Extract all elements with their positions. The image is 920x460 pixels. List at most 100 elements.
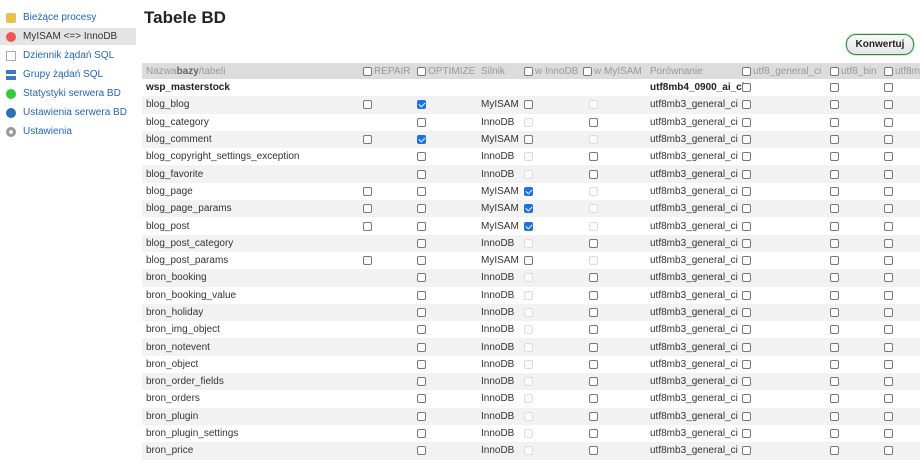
optimize-cell[interactable] [417,148,426,165]
to-myisam-cell[interactable] [589,165,598,182]
utf8mi-checkbox[interactable] [884,411,893,421]
header-optimize-checkbox[interactable] [417,66,426,76]
repair-cell[interactable] [363,217,372,234]
utf8-general-ci-cell[interactable] [742,165,751,182]
to-innodb-checkbox[interactable] [524,256,533,266]
utf8-general-ci-cell[interactable] [742,235,751,252]
to-innodb-cell[interactable] [524,217,533,234]
utf8-general-ci-checkbox[interactable] [742,411,751,421]
utf8mi-checkbox[interactable] [884,204,893,214]
header-utf8mi[interactable]: utf8mi [884,63,920,79]
to-myisam-cell[interactable] [589,442,598,459]
utf8-bin-cell[interactable] [830,390,839,407]
to-myisam-cell[interactable] [589,408,598,425]
utf8-general-ci-checkbox[interactable] [742,290,751,300]
utf8mi-checkbox[interactable] [884,169,893,179]
utf8-general-ci-cell[interactable] [742,252,751,269]
utf8mi-cell[interactable] [884,165,893,182]
utf8-general-ci-checkbox[interactable] [742,446,751,456]
header-utf8mi-checkbox[interactable] [884,66,893,76]
utf8-general-ci-checkbox[interactable] [742,429,751,439]
optimize-checkbox[interactable] [417,411,426,421]
optimize-cell[interactable] [417,442,426,459]
utf8-bin-checkbox[interactable] [830,308,839,317]
utf8mi-cell[interactable] [884,235,893,252]
to-innodb-cell[interactable] [524,200,533,217]
utf8-general-ci-checkbox[interactable] [742,186,751,196]
utf8mi-checkbox[interactable] [884,377,893,387]
utf8mi-cell[interactable] [884,425,893,442]
utf8-bin-cell[interactable] [830,200,839,217]
sidebar-item-settings[interactable]: Ustawienia [0,123,136,140]
optimize-cell[interactable] [417,304,426,321]
optimize-cell[interactable] [417,373,426,390]
utf8-general-ci-cell[interactable] [742,269,751,286]
optimize-cell[interactable] [417,96,426,113]
optimize-checkbox[interactable] [417,204,426,214]
utf8-general-ci-cell[interactable] [742,321,751,338]
optimize-checkbox[interactable] [417,256,426,266]
to-myisam-checkbox[interactable] [589,117,598,127]
utf8-bin-cell[interactable] [830,183,839,200]
header-repair[interactable]: REPAIR [363,63,411,79]
repair-checkbox[interactable] [363,135,372,145]
db-utf8mi-checkbox[interactable] [884,79,893,96]
utf8-bin-checkbox[interactable] [830,394,839,404]
to-myisam-cell[interactable] [589,356,598,373]
utf8mi-checkbox[interactable] [884,256,893,266]
header-utf8-general-ci-checkbox[interactable] [742,66,751,76]
to-innodb-checkbox[interactable] [524,221,533,231]
utf8-general-ci-checkbox[interactable] [742,359,751,369]
optimize-checkbox[interactable] [417,342,426,352]
utf8mi-checkbox[interactable] [884,273,893,283]
optimize-checkbox[interactable] [417,359,426,369]
utf8-bin-cell[interactable] [830,304,839,321]
utf8-bin-cell[interactable] [830,165,839,182]
utf8-bin-checkbox[interactable] [830,273,839,283]
utf8mi-checkbox[interactable] [884,100,893,110]
to-myisam-cell[interactable] [589,390,598,407]
utf8mi-checkbox[interactable] [884,308,893,317]
utf8-general-ci-cell[interactable] [742,304,751,321]
optimize-checkbox[interactable] [417,290,426,300]
utf8-bin-checkbox[interactable] [830,135,839,145]
utf8-bin-checkbox[interactable] [830,359,839,369]
utf8-general-ci-cell[interactable] [742,183,751,200]
utf8-general-ci-cell[interactable] [742,131,751,148]
to-myisam-checkbox[interactable] [589,169,598,179]
to-myisam-checkbox[interactable] [589,446,598,456]
utf8-general-ci-cell[interactable] [742,338,751,355]
utf8-general-ci-cell[interactable] [742,200,751,217]
header-utf8-bin-checkbox[interactable] [830,66,839,76]
optimize-cell[interactable] [417,114,426,131]
sidebar-item-sql-log[interactable]: Dziennik żądań SQL [0,47,136,64]
utf8mi-cell[interactable] [884,252,893,269]
utf8mi-cell[interactable] [884,217,893,234]
utf8mi-checkbox[interactable] [884,238,893,248]
utf8-bin-checkbox[interactable] [830,325,839,335]
sidebar-item-current-processes[interactable]: Bieżące procesy [0,9,136,26]
utf8mi-cell[interactable] [884,200,893,217]
utf8-bin-checkbox[interactable] [830,169,839,179]
utf8-bin-checkbox[interactable] [830,411,839,421]
optimize-checkbox[interactable] [417,394,426,404]
optimize-checkbox[interactable] [417,325,426,335]
to-myisam-cell[interactable] [589,425,598,442]
utf8mi-checkbox[interactable] [884,429,893,439]
optimize-cell[interactable] [417,425,426,442]
utf8-general-ci-checkbox[interactable] [742,325,751,335]
convert-button[interactable]: Konwertuj [846,34,914,55]
to-myisam-checkbox[interactable] [589,325,598,335]
utf8-bin-cell[interactable] [830,425,839,442]
to-innodb-checkbox[interactable] [524,204,533,214]
utf8-bin-checkbox[interactable] [830,186,839,196]
to-myisam-checkbox[interactable] [589,429,598,439]
sidebar-item-myisam-innodb[interactable]: MyISAM <=> InnoDB [0,28,136,45]
utf8-bin-checkbox[interactable] [830,446,839,456]
utf8-general-ci-cell[interactable] [742,408,751,425]
optimize-cell[interactable] [417,408,426,425]
utf8-general-ci-cell[interactable] [742,356,751,373]
optimize-cell[interactable] [417,269,426,286]
utf8mi-cell[interactable] [884,114,893,131]
to-myisam-checkbox[interactable] [589,308,598,317]
